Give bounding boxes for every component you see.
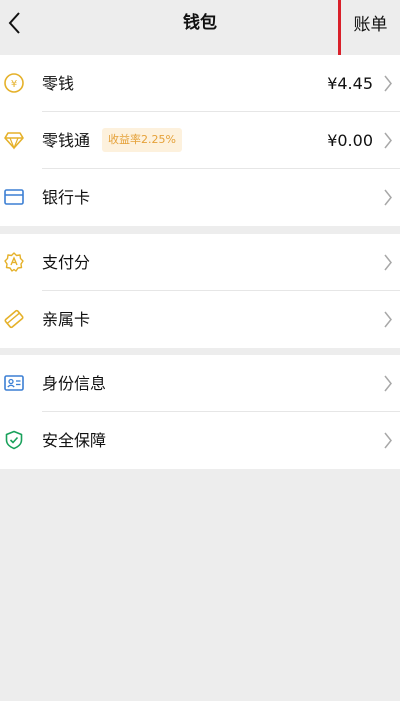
list-item-label: 零钱 [42, 74, 75, 93]
list-item-change[interactable]: ¥ 零钱 ¥4.45 [0, 55, 400, 112]
id-card-icon [4, 375, 24, 391]
balance-value: ¥4.45 [327, 74, 373, 93]
chevron-right-icon [384, 432, 392, 449]
list-item-label: 亲属卡 [42, 310, 91, 329]
wallet-group-cards: 支付分 亲属卡 [0, 234, 400, 348]
list-item-payment-score[interactable]: 支付分 [0, 234, 400, 291]
chevron-right-icon [384, 254, 392, 271]
list-item-family-card[interactable]: 亲属卡 [0, 291, 400, 348]
chevron-right-icon [384, 311, 392, 328]
yuan-coin-icon: ¥ [4, 73, 24, 93]
list-item-label: 身份信息 [42, 374, 107, 393]
nav-bar: 钱包 账单 [0, 0, 400, 62]
list-item-label: 银行卡 [42, 188, 91, 207]
chevron-right-icon [384, 75, 392, 92]
payment-score-icon [4, 252, 24, 272]
shield-icon [5, 430, 23, 450]
list-item-label: 零钱通 [42, 131, 91, 150]
wallet-group-funds: ¥ 零钱 ¥4.45 零钱通 收益率2.25% ¥0.00 银行卡 [0, 55, 400, 226]
list-item-identity[interactable]: 身份信息 [0, 355, 400, 412]
list-item-bank-card[interactable]: 银行卡 [0, 169, 400, 226]
svg-text:¥: ¥ [11, 79, 17, 90]
chevron-right-icon [384, 132, 392, 149]
bill-button[interactable]: 账单 [338, 0, 400, 62]
list-item-change-plus[interactable]: 零钱通 收益率2.25% ¥0.00 [0, 112, 400, 169]
yield-rate-badge: 收益率2.25% [102, 128, 182, 152]
list-item-security[interactable]: 安全保障 [0, 412, 400, 469]
list-item-label: 支付分 [42, 253, 91, 272]
list-item-label: 安全保障 [42, 431, 107, 450]
balance-value: ¥0.00 [327, 131, 373, 150]
bank-card-icon [4, 189, 24, 205]
chevron-right-icon [384, 375, 392, 392]
family-card-icon [4, 309, 24, 329]
wallet-group-security: 身份信息 安全保障 [0, 355, 400, 469]
diamond-icon [4, 132, 24, 150]
chevron-right-icon [384, 189, 392, 206]
